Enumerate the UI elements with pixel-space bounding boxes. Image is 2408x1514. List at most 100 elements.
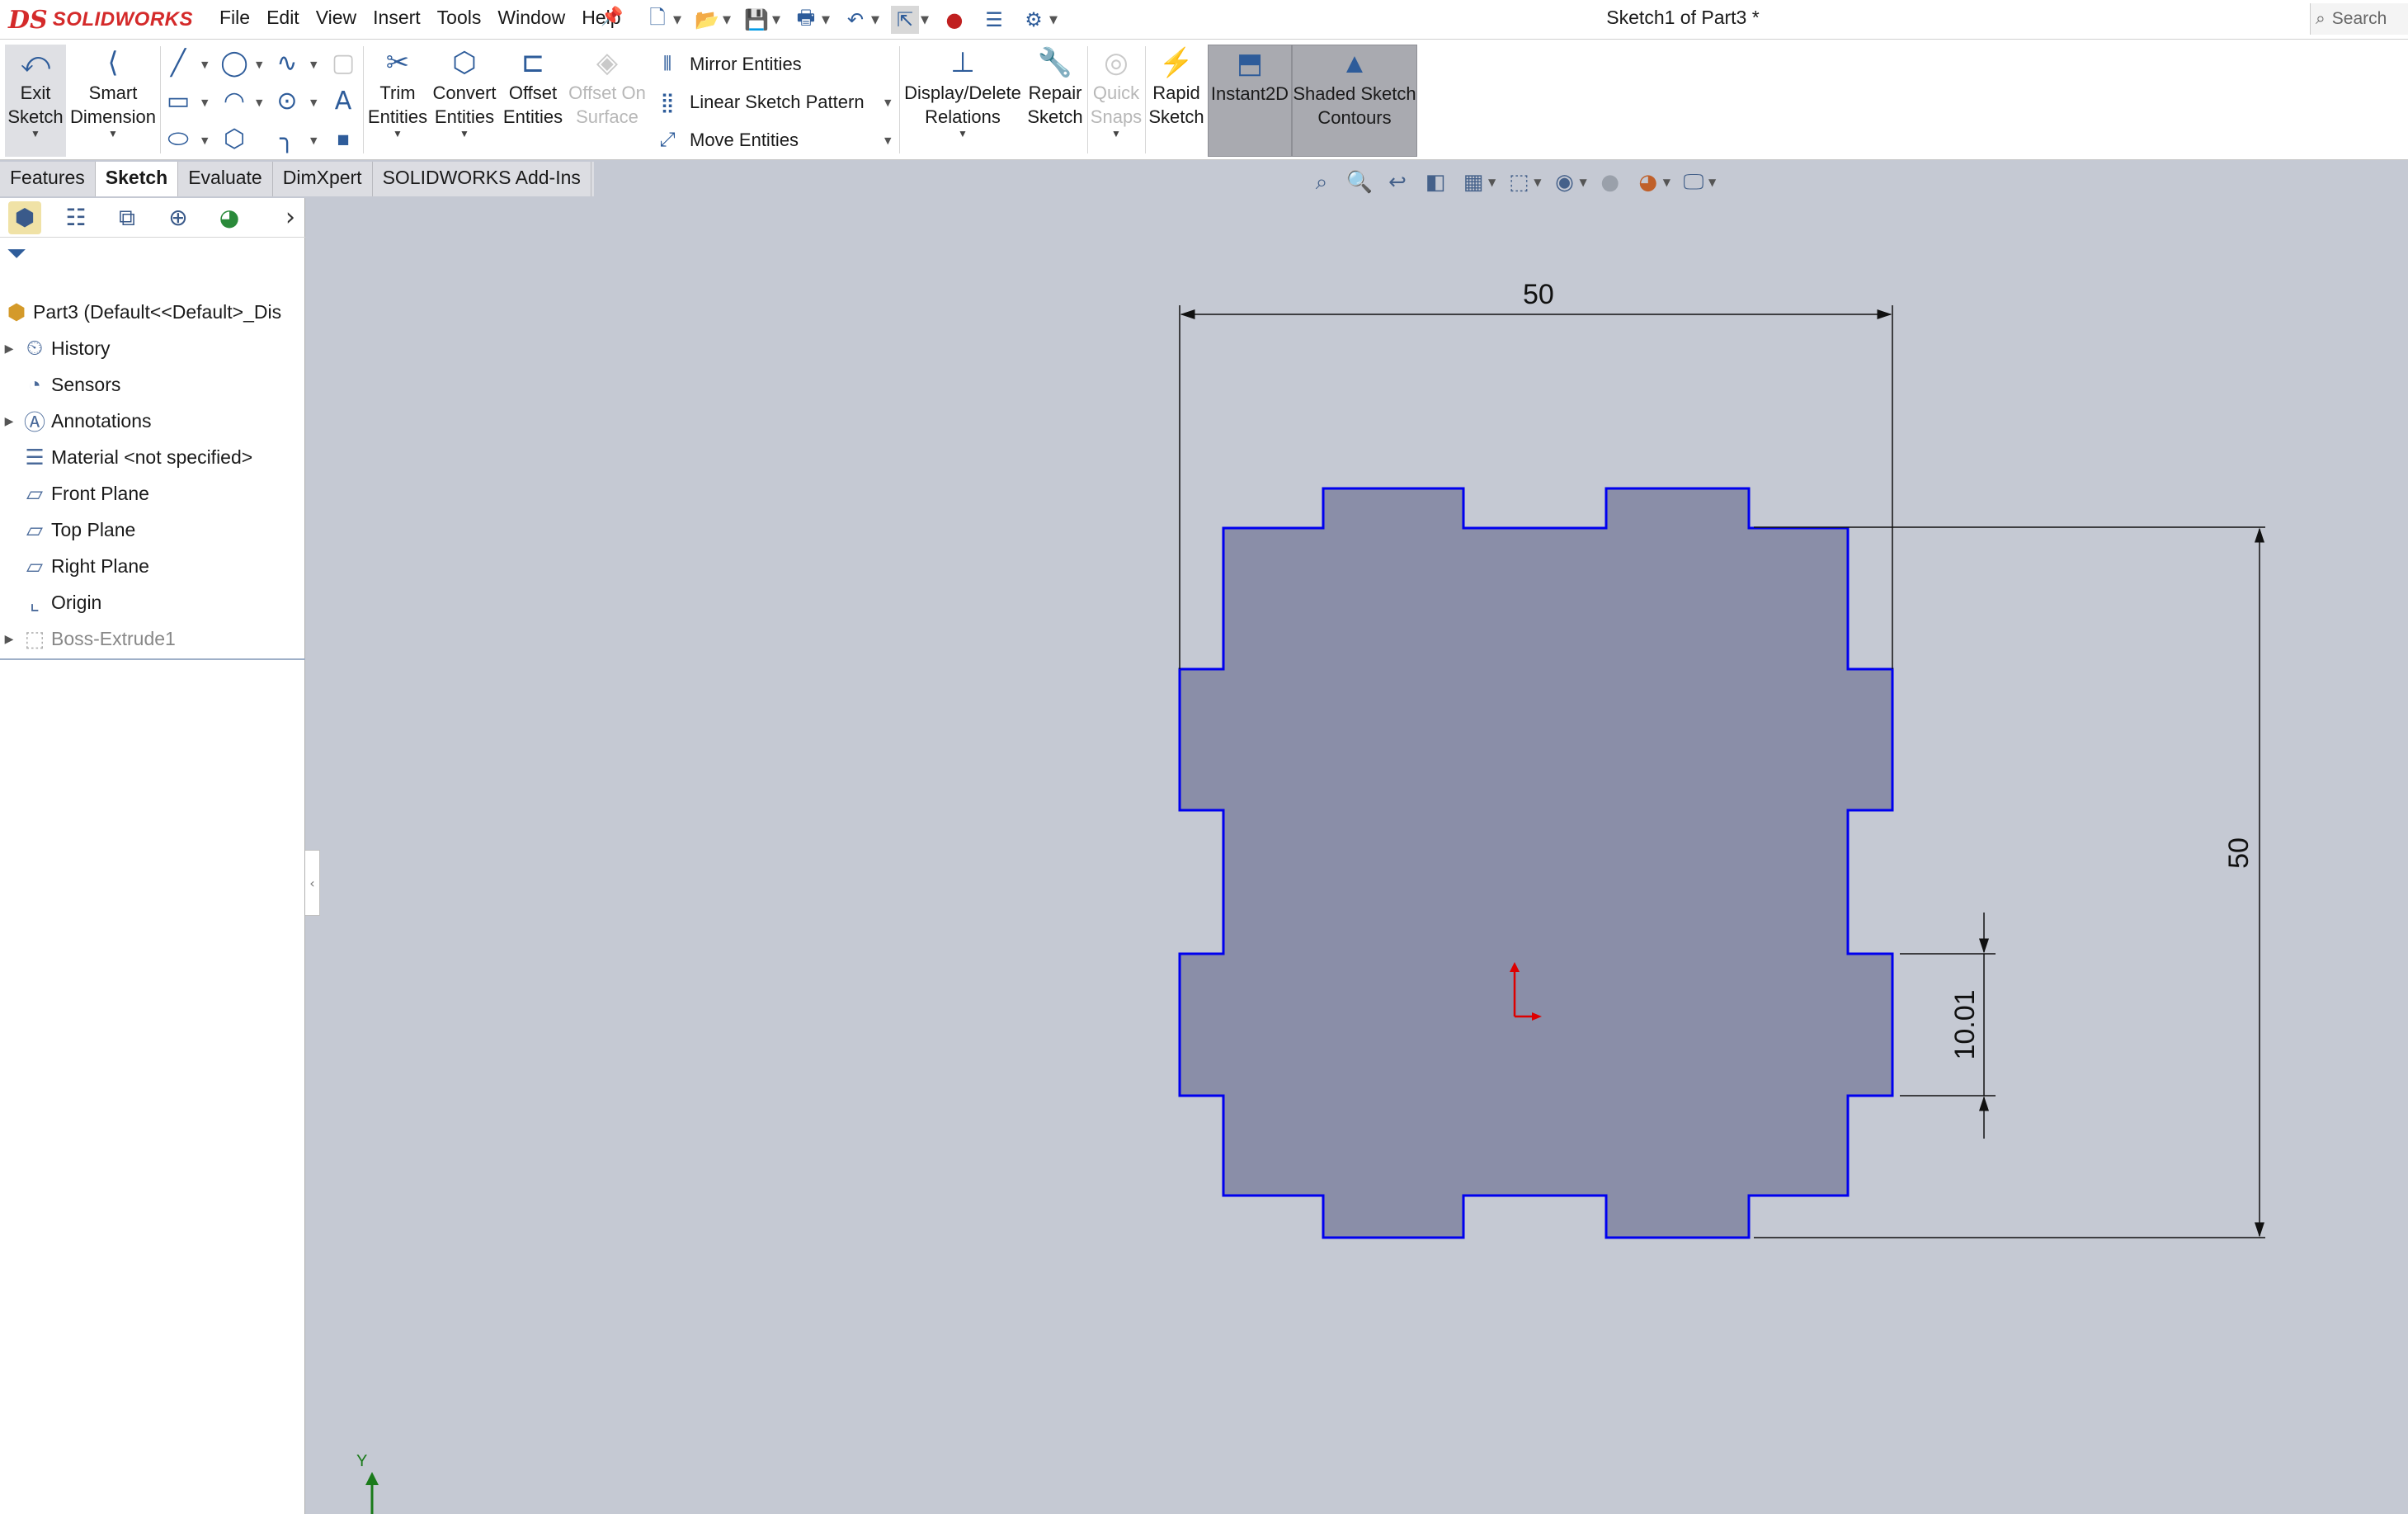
tree-item-origin[interactable]: ⌞ Origin	[0, 584, 305, 620]
select-cursor-icon[interactable]: ⇱	[891, 6, 919, 34]
undo-icon[interactable]: ↶	[841, 6, 869, 34]
menu-file[interactable]: File	[213, 5, 257, 31]
chevron-down-icon: ▼	[393, 128, 403, 139]
mirror-entities-button[interactable]: ⫴ Mirror Entities	[655, 48, 802, 81]
chevron-down-icon[interactable]: ▼	[871, 14, 879, 26]
pin-icon[interactable]: 📌	[601, 7, 623, 27]
chevron-down-icon[interactable]: ▼	[201, 97, 208, 108]
ellipse-icon[interactable]: ⊙	[271, 84, 304, 117]
chevron-down-icon[interactable]: ▼	[310, 59, 317, 70]
brand-name: SOLIDWORKS	[52, 8, 194, 31]
options-gear-icon[interactable]: ⚙	[1020, 6, 1048, 34]
linear-sketch-pattern-button[interactable]: ⣿ Linear Sketch Pattern	[655, 86, 864, 119]
instant2d-button[interactable]: ⬒ Instant2D	[1208, 45, 1292, 157]
offset-on-surface-button[interactable]: ◈ Offset On Surface	[566, 45, 648, 129]
slot-icon[interactable]: ⬭	[162, 122, 195, 155]
menu-edit[interactable]: Edit	[260, 5, 306, 31]
quick-access-toolbar: 🗋 ▼ 📂 ▼ 💾 ▼ 🖶 ▼ ↶ ▼ ⇱ ▼ ● ☰ ⚙ ▼	[643, 3, 1058, 36]
graphics-area[interactable]: 50 50 10.01 Y	[306, 160, 2408, 1514]
new-document-icon[interactable]: 🗋	[643, 6, 672, 34]
chevron-down-icon[interactable]: ▼	[822, 14, 830, 26]
menu-window[interactable]: Window	[491, 5, 572, 31]
tree-item-material[interactable]: ☰ Material <not specified>	[0, 439, 305, 475]
display-manager-tab-icon[interactable]: ◕	[213, 201, 246, 234]
filter-icon[interactable]: ⏷	[7, 239, 26, 268]
quick-snaps-button[interactable]: ◎ Quick Snaps ▼	[1089, 45, 1143, 139]
tree-item-top-plane[interactable]: ▱ Top Plane	[0, 512, 305, 548]
dimension-height-text[interactable]: 50	[2223, 837, 2255, 869]
tab-features[interactable]: Features	[0, 162, 96, 196]
trim-entities-button[interactable]: ✂ Trim Entities ▼	[366, 45, 429, 139]
chevron-down-icon[interactable]: ▼	[772, 14, 780, 26]
menu-view[interactable]: View	[309, 5, 363, 31]
sketch-fillet-icon: ▢	[331, 48, 356, 78]
menu-insert[interactable]: Insert	[366, 5, 427, 31]
chevron-down-icon[interactable]: ▼	[310, 97, 317, 108]
spline-icon[interactable]: ∿	[271, 46, 304, 79]
rebuild-traffic-light-icon[interactable]: ●	[940, 6, 968, 34]
tree-item-sensors[interactable]: ◔ Sensors	[0, 366, 305, 403]
tab-evaluate[interactable]: Evaluate	[178, 162, 273, 196]
chevron-down-icon[interactable]: ▼	[1049, 14, 1058, 26]
chevron-down-icon[interactable]: ▼	[673, 14, 681, 26]
sketch-canvas[interactable]: 50 50 10.01	[306, 160, 2408, 1514]
expand-arrow-icon[interactable]: ▶	[0, 342, 18, 356]
print-icon[interactable]: 🖶	[792, 6, 820, 34]
smart-dimension-button[interactable]: ⟨ Smart Dimension ▼	[69, 45, 157, 139]
point-icon[interactable]: ■	[327, 122, 360, 155]
expand-arrow-icon[interactable]: ▶	[0, 632, 18, 646]
tab-sketch[interactable]: Sketch	[95, 162, 179, 196]
solidworks-logo[interactable]: DS SOLIDWORKS	[8, 3, 194, 36]
triad-y-label: Y	[356, 1452, 368, 1470]
rapid-sketch-button[interactable]: ⚡ Rapid Sketch	[1147, 45, 1206, 129]
chevron-right-icon[interactable]: ›	[285, 203, 295, 232]
dimxpert-manager-tab-icon[interactable]: ⊕	[162, 201, 195, 234]
open-icon[interactable]: 📂	[693, 6, 721, 34]
move-entities-button[interactable]: ⤢ Move Entities	[655, 124, 799, 157]
expand-arrow-icon[interactable]: ▶	[0, 414, 18, 428]
tree-item-front-plane[interactable]: ▱ Front Plane	[0, 475, 305, 512]
configuration-manager-tab-icon[interactable]: ⧉	[111, 201, 144, 234]
file-properties-icon[interactable]: ☰	[980, 6, 1008, 34]
chevron-down-icon[interactable]: ▼	[256, 97, 262, 108]
tree-item-history[interactable]: ▶ ⏲ History	[0, 330, 305, 366]
display-delete-relations-button[interactable]: ⊥ Display/Delete Relations ▼	[902, 45, 1023, 139]
feature-manager-tab-icon[interactable]: ⬢	[8, 200, 41, 234]
chevron-down-icon[interactable]: ▼	[201, 135, 208, 146]
tree-item-label: Annotations	[51, 409, 152, 432]
tree-root-label: Part3 (Default<<Default>_Dis	[33, 300, 282, 323]
tree-root-part[interactable]: ⬢ Part3 (Default<<Default>_Dis	[0, 294, 305, 330]
text-icon[interactable]: A	[327, 84, 360, 117]
tree-item-annotations[interactable]: ▶ Ⓐ Annotations	[0, 403, 305, 439]
rollback-bar[interactable]	[0, 658, 305, 660]
search-box[interactable]: ⌕ Search	[2310, 3, 2408, 35]
tree-item-boss-extrude1[interactable]: ▶ ⬚ Boss-Extrude1	[0, 620, 305, 657]
repair-sketch-button[interactable]: 🔧 Repair Sketch	[1025, 45, 1086, 129]
chevron-down-icon[interactable]: ▼	[256, 59, 262, 70]
menu-tools[interactable]: Tools	[431, 5, 488, 31]
dimension-width-text[interactable]: 50	[1523, 279, 1554, 310]
chevron-down-icon[interactable]: ▼	[921, 14, 929, 26]
save-icon[interactable]: 💾	[742, 6, 770, 34]
dimension-tab[interactable]: 10.01	[1900, 913, 1996, 1139]
exit-sketch-button[interactable]: ⤺ Exit Sketch ▼	[5, 45, 66, 157]
polygon-icon[interactable]: ⬡	[218, 122, 251, 155]
chevron-down-icon[interactable]: ▼	[884, 135, 891, 146]
chevron-down-icon[interactable]: ▼	[723, 14, 731, 26]
chevron-down-icon[interactable]: ▼	[310, 135, 317, 146]
chevron-down-icon[interactable]: ▼	[884, 97, 891, 108]
sketch-profile[interactable]	[1178, 487, 1894, 1239]
search-icon: ⌕	[2316, 9, 2326, 28]
chevron-down-icon[interactable]: ▼	[201, 59, 208, 70]
property-manager-tab-icon[interactable]: ☷	[59, 201, 92, 234]
rectangle-icon[interactable]: ▭	[162, 84, 195, 117]
convert-entities-button[interactable]: ⬡ Convert Entities ▼	[429, 45, 500, 139]
fillet-icon[interactable]: ╮	[271, 122, 304, 155]
arc-icon[interactable]: ◠	[218, 84, 251, 117]
circle-icon[interactable]: ◯	[218, 46, 251, 79]
line-icon[interactable]: ╱	[162, 46, 195, 79]
shaded-sketch-contours-button[interactable]: ▲ Shaded Sketch Contours	[1292, 45, 1417, 157]
offset-entities-button[interactable]: ⊏ Offset Entities	[500, 45, 566, 129]
tree-item-right-plane[interactable]: ▱ Right Plane	[0, 548, 305, 584]
dimension-tab-text[interactable]: 10.01	[1949, 989, 1981, 1059]
